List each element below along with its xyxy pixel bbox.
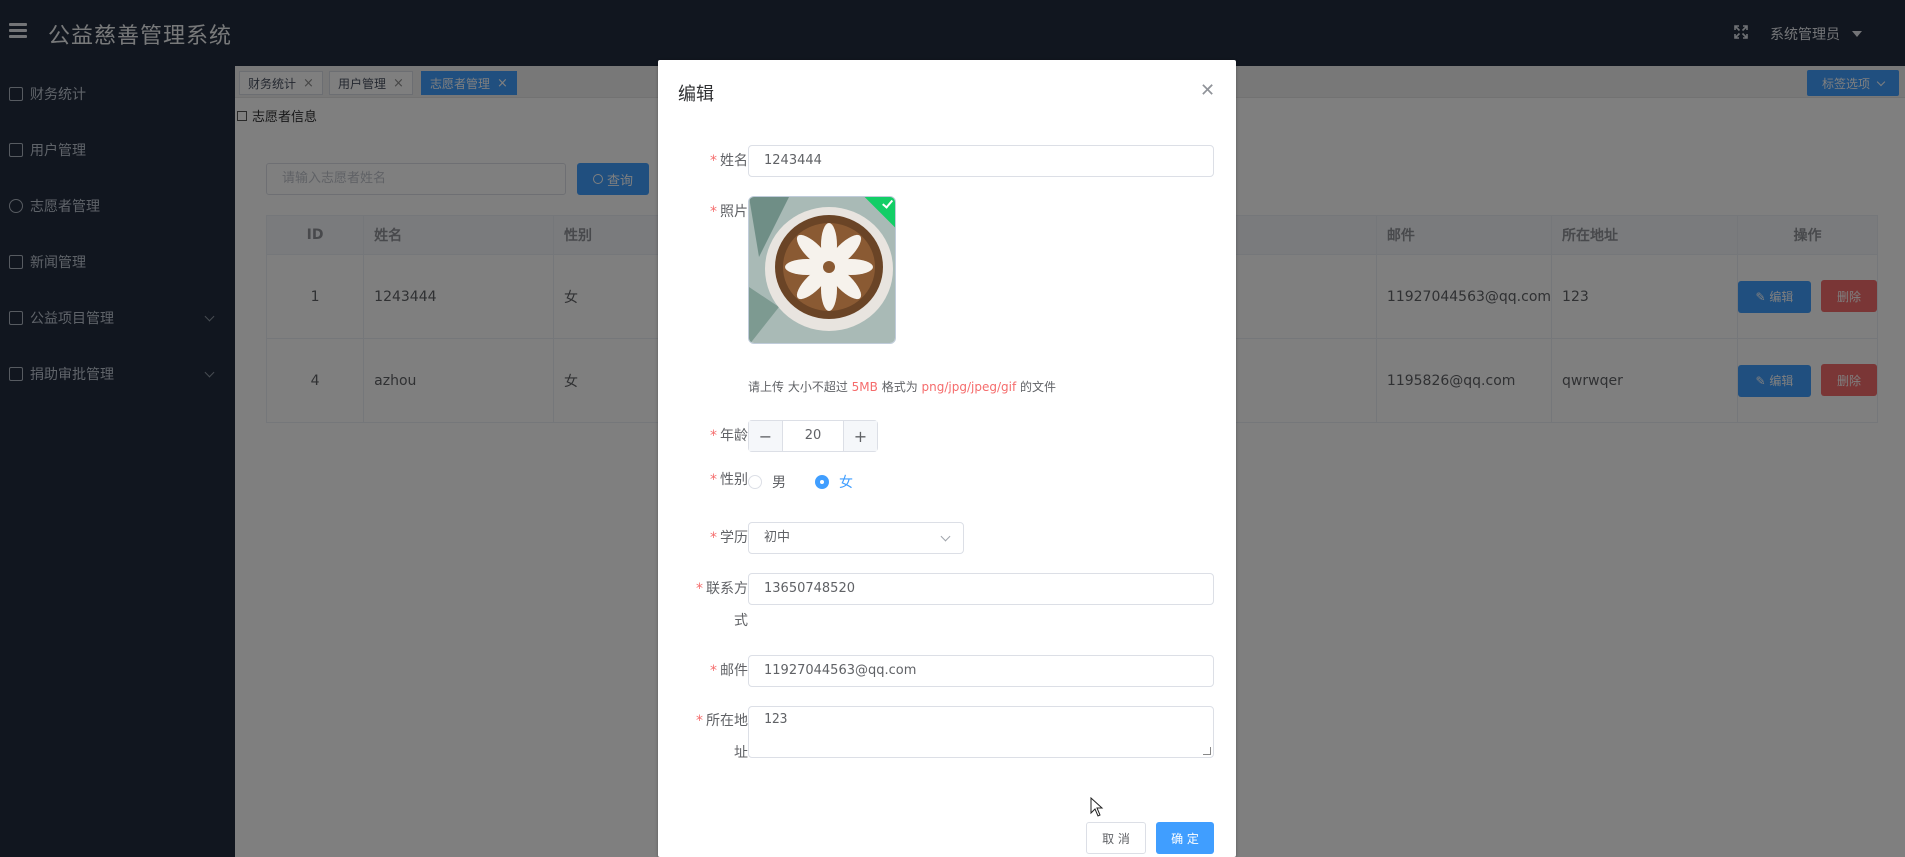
close-icon[interactable]: ✕ xyxy=(1200,80,1215,101)
radio-circle xyxy=(748,475,762,489)
address-textarea[interactable]: 123 xyxy=(748,706,1214,758)
email-label: * 邮件 xyxy=(710,663,748,679)
gender-radio-male[interactable]: 男 xyxy=(748,472,786,492)
name-field[interactable]: 1243444 xyxy=(748,145,1214,177)
photo-uploader[interactable] xyxy=(748,196,896,344)
edit-dialog: 编辑 ✕ * 姓名 1243444 * 照片 请上传 大小不超过 5MB 格式为… xyxy=(658,60,1236,857)
name-label: * 姓名 xyxy=(710,153,748,169)
radio-circle xyxy=(815,475,829,489)
address-value: 123 xyxy=(764,712,788,727)
photo-thumbnail xyxy=(749,197,895,343)
gender-label: * 性别 xyxy=(710,472,748,488)
cancel-button[interactable]: 取 消 xyxy=(1086,822,1146,854)
age-stepper: − 20 + xyxy=(748,420,878,452)
resize-handle-icon[interactable] xyxy=(1203,747,1211,755)
education-label: * 学历 xyxy=(710,530,748,546)
education-value: 初中 xyxy=(764,530,791,545)
address-label: * 所在地址 xyxy=(696,713,748,761)
decrement-button[interactable]: − xyxy=(749,421,783,451)
education-select[interactable]: 初中 xyxy=(748,522,964,554)
photo-label: * 照片 xyxy=(710,204,748,220)
contact-label: * 联系方式 xyxy=(696,581,748,629)
mouse-cursor-icon xyxy=(1090,797,1104,817)
age-label: * 年龄 xyxy=(710,428,748,444)
chevron-down-icon xyxy=(940,531,951,542)
contact-field[interactable]: 13650748520 xyxy=(748,573,1214,605)
age-value[interactable]: 20 xyxy=(783,421,843,451)
email-field[interactable]: 11927044563@qq.com xyxy=(748,655,1214,687)
confirm-button[interactable]: 确 定 xyxy=(1156,822,1214,854)
gender-radio-female[interactable]: 女 xyxy=(815,472,853,492)
dialog-title: 编辑 xyxy=(678,84,714,105)
increment-button[interactable]: + xyxy=(843,421,877,451)
upload-hint: 请上传 大小不超过 5MB 格式为 png/jpg/jpeg/gif 的文件 xyxy=(748,380,1057,394)
